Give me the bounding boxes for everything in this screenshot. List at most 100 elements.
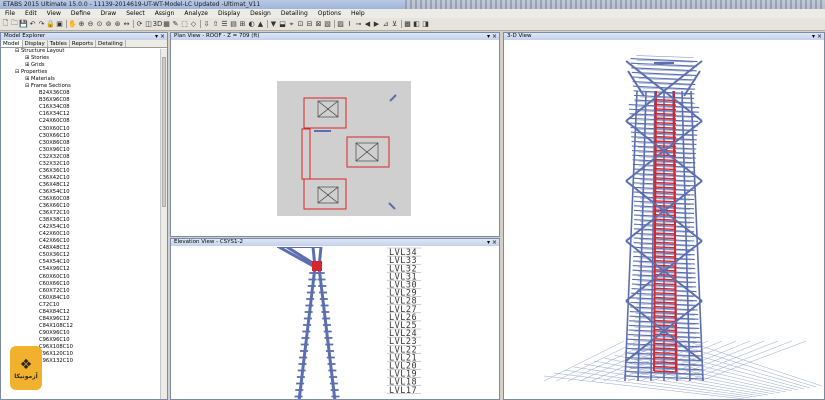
tab-model[interactable]: Model <box>1 40 23 47</box>
frame-section-item[interactable]: C96X96C10 <box>1 337 167 344</box>
toolbar-tool-icon[interactable]: ◇ <box>190 20 197 28</box>
toolbar-tool-icon[interactable]: ↔ <box>123 20 130 28</box>
frame-section-item[interactable]: B24X36C08 <box>1 90 167 97</box>
toolbar-tool-icon[interactable]: ◨ <box>422 20 429 28</box>
tab-reports[interactable]: Reports <box>70 40 96 47</box>
menu-item-design[interactable]: Design <box>245 9 276 18</box>
frame-section-item[interactable]: C42X60C10 <box>1 231 167 238</box>
toolbar-tool-icon[interactable]: ⟳ <box>136 20 143 28</box>
toolbar-tool-icon[interactable]: ▨ <box>337 20 344 28</box>
menu-item-assign[interactable]: Assign <box>150 9 180 18</box>
toolbar-tool-icon[interactable]: ⊿ <box>382 20 389 28</box>
tab-tables[interactable]: Tables <box>48 40 70 47</box>
frame-section-item[interactable]: C36X48C12 <box>1 182 167 189</box>
frame-section-item[interactable]: C60X60C10 <box>1 274 167 281</box>
toolbar-tool-icon[interactable]: ◐ <box>248 20 255 28</box>
menu-item-view[interactable]: View <box>42 9 66 18</box>
frame-section-item[interactable]: C84X84C12 <box>1 309 167 316</box>
toolbar-tool-icon[interactable]: ▧ <box>324 20 331 28</box>
toolbar-tool-icon[interactable]: ⊞ <box>239 20 246 28</box>
toolbar-tool-icon[interactable]: 🔒 <box>46 20 55 28</box>
frame-section-item[interactable]: C32X32C08 <box>1 154 167 161</box>
toolbar-tool-icon[interactable]: ⇧ <box>212 20 219 28</box>
toolbar-tool-icon[interactable]: ⌖ <box>288 20 295 28</box>
frame-section-item[interactable]: C60X84C10 <box>1 295 167 302</box>
frame-section-item[interactable]: C36X72C10 <box>1 210 167 217</box>
menu-item-draw[interactable]: Draw <box>96 9 122 18</box>
tree-node[interactable]: ⊟ Frame Sections <box>1 83 167 90</box>
tab-detailing[interactable]: Detailing <box>96 40 126 47</box>
frame-section-item[interactable]: C24X60C08 <box>1 118 167 125</box>
toolbar-tool-icon[interactable]: ⇩ <box>203 20 210 28</box>
toolbar-tool-icon[interactable]: ☰ <box>221 20 228 28</box>
panel-close-icon[interactable]: ▾ × <box>812 33 822 40</box>
toolbar-tool-icon[interactable]: ✎ <box>172 20 179 28</box>
tree-node[interactable]: ⊞ Materials <box>1 76 167 83</box>
frame-section-item[interactable]: C42X66C10 <box>1 238 167 245</box>
toolbar-tool-icon[interactable]: ⊛ <box>114 20 121 28</box>
toolbar-tool-icon[interactable]: ⊸ <box>355 20 362 28</box>
toolbar-tool-icon[interactable]: 💾 <box>19 20 28 28</box>
toolbar-tool-icon[interactable]: ↷ <box>38 20 45 28</box>
panel-close-icon[interactable]: ▾ × <box>487 239 497 246</box>
frame-section-item[interactable]: C16X34C12 <box>1 111 167 118</box>
frame-section-item[interactable]: C32X32C10 <box>1 161 167 168</box>
toolbar-tool-icon[interactable]: ▲ <box>257 20 264 28</box>
frame-section-item[interactable]: C54X54C10 <box>1 259 167 266</box>
frame-section-item[interactable]: C30X86C08 <box>1 140 167 147</box>
toolbar-tool-icon[interactable]: I <box>346 20 353 28</box>
toolbar-tool-icon[interactable]: ⊖ <box>87 20 94 28</box>
tree-node[interactable]: ⊟ Properties <box>1 69 167 76</box>
frame-section-item[interactable]: C36X42C10 <box>1 175 167 182</box>
tree-node[interactable]: ⊞ Grids <box>1 62 167 69</box>
toolbar-tool-icon[interactable]: ⊠ <box>315 20 322 28</box>
menu-item-help[interactable]: Help <box>346 9 370 18</box>
toolbar-tool-icon[interactable]: 3D <box>153 20 163 28</box>
toolbar-tool-icon[interactable]: ⊡ <box>297 20 304 28</box>
toolbar-tool-icon[interactable]: ⊻ <box>391 20 398 28</box>
toolbar-tool-icon[interactable]: ▩ <box>404 20 411 28</box>
toolbar-tool-icon[interactable]: ⊕ <box>78 20 85 28</box>
menu-item-define[interactable]: Define <box>66 9 96 18</box>
plan-view-canvas[interactable] <box>171 41 499 237</box>
menu-item-display[interactable]: Display <box>213 9 245 18</box>
frame-section-item[interactable]: C30X66C10 <box>1 133 167 140</box>
frame-section-item[interactable]: C36X66C10 <box>1 203 167 210</box>
menu-item-edit[interactable]: Edit <box>20 9 42 18</box>
toolbar-tool-icon[interactable]: ⊙ <box>96 20 103 28</box>
frame-section-item[interactable]: B36X96C08 <box>1 97 167 104</box>
frame-section-item[interactable]: C30X60C10 <box>1 126 167 133</box>
toolbar-tool-icon[interactable]: ⊚ <box>105 20 112 28</box>
frame-section-item[interactable]: C72C10 <box>1 302 167 309</box>
toolbar-tool-icon[interactable]: ▼ <box>270 20 277 28</box>
toolbar-tool-icon[interactable]: ↶ <box>29 20 36 28</box>
toolbar-tool-icon[interactable]: ◧ <box>413 20 420 28</box>
panel-close-icon[interactable]: ▾ × <box>487 33 497 40</box>
menu-item-analyze[interactable]: Analyze <box>179 9 213 18</box>
3d-view-canvas[interactable] <box>504 41 824 400</box>
toolbar-tool-icon[interactable]: ✋ <box>68 20 77 28</box>
frame-section-item[interactable]: C54X96C12 <box>1 266 167 273</box>
frame-section-item[interactable]: C30X96C10 <box>1 147 167 154</box>
frame-section-item[interactable]: C42X54C10 <box>1 224 167 231</box>
frame-section-item[interactable]: C90X96C10 <box>1 330 167 337</box>
scrollbar-thumb[interactable] <box>162 57 166 207</box>
menu-item-file[interactable]: File <box>0 9 20 18</box>
toolbar-tool-icon[interactable]: 🗋 <box>2 19 9 28</box>
tab-display[interactable]: Display <box>23 40 48 47</box>
frame-section-item[interactable]: C36X60C08 <box>1 196 167 203</box>
toolbar-tool-icon[interactable]: ◀ <box>364 20 371 28</box>
frame-section-item[interactable]: C50X36C12 <box>1 252 167 259</box>
tree-node[interactable]: ⊞ Stories <box>1 55 167 62</box>
elevation-canvas[interactable]: LVL35LVL34LVL33LVL32LVL31LVL30LVL29LVL28… <box>171 247 499 400</box>
frame-section-item[interactable]: C48X48C12 <box>1 245 167 252</box>
toolbar-tool-icon[interactable]: ⬚ <box>181 20 188 28</box>
frame-section-item[interactable]: C36X54C10 <box>1 189 167 196</box>
menu-item-options[interactable]: Options <box>313 9 346 18</box>
toolbar-tool-icon[interactable]: ⊟ <box>306 20 313 28</box>
toolbar-tool-icon[interactable]: ◫ <box>145 20 152 28</box>
frame-section-item[interactable]: C84X108C12 <box>1 323 167 330</box>
frame-section-item[interactable]: C84X96C12 <box>1 316 167 323</box>
model-tree-scrollbar[interactable] <box>160 49 167 399</box>
toolbar-tool-icon[interactable]: ▤ <box>230 20 237 28</box>
